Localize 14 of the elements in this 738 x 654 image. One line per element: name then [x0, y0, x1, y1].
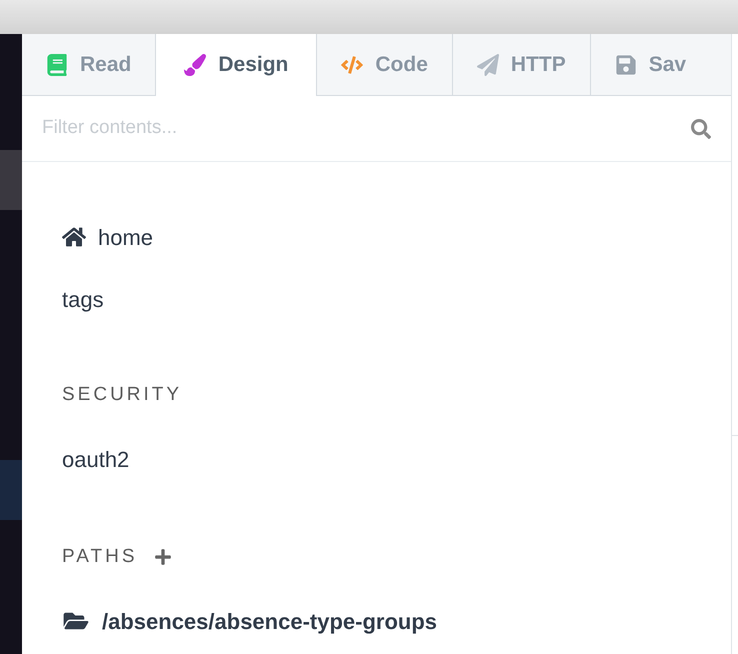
nav-item[interactable]: tags [62, 268, 104, 330]
home-icon [62, 226, 86, 248]
code-icon [341, 54, 364, 76]
paintbrush-icon [184, 54, 206, 76]
paper-plane-icon [476, 54, 499, 76]
add-icon[interactable] [154, 548, 172, 566]
nav-item[interactable]: home [62, 206, 154, 268]
section-heading: PATHS [62, 544, 138, 569]
book-icon [46, 54, 68, 76]
nav-item[interactable]: oauth2 [62, 426, 130, 492]
section-heading: SECURITY [62, 382, 182, 407]
search-icon [691, 118, 711, 138]
folder-icon [62, 610, 90, 632]
path-item[interactable]: /absences/absence-type-groups [62, 588, 438, 654]
